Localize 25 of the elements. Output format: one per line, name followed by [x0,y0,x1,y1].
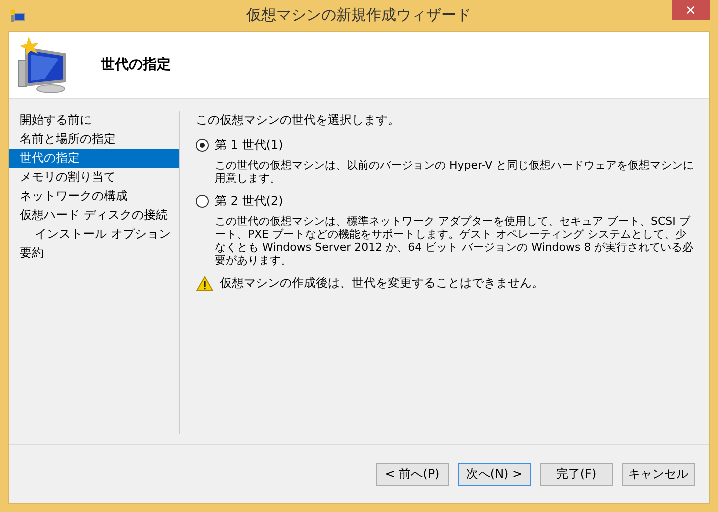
sidebar-item[interactable]: 開始する前に [9,111,179,130]
sidebar-item[interactable]: 名前と場所の指定 [9,130,179,149]
sidebar-item[interactable]: 仮想ハード ディスクの接続 [9,206,179,225]
wizard-button[interactable]: 次へ(N) > [458,462,531,486]
option-description: この世代の仮想マシンは、以前のバージョンの Hyper-V と同じ仮想ハードウェアを仮想マシンに用意します。 [215,159,695,185]
sidebar-item[interactable]: 要約 [9,244,179,263]
window-title: 仮想マシンの新規作成ウィザード [246,6,472,25]
sidebar-item[interactable]: 世代の指定 [9,149,179,168]
close-button[interactable]: ✕ [672,0,710,20]
page-heading: 世代の指定 [101,56,171,74]
radio-button[interactable] [196,195,209,208]
instruction-text: この仮想マシンの世代を選択します。 [196,112,401,129]
radio-label[interactable]: 第 2 世代(2) [215,193,284,210]
radio-button[interactable] [196,139,209,152]
wizard-button[interactable]: < 前へ(P) [376,462,449,486]
computer-icon [10,8,26,22]
wizard-button[interactable]: キャンセル [622,462,695,486]
option-description: この世代の仮想マシンは、標準ネットワーク アダプターを使用して、セキュア ブート、SCSI ブート、PXE ブートなどの機能をサポートします。ゲスト オペレーティング システムとして、少なくとも Windows Server 2012 か、64 ビット バージョンの Windows 8 が実行されている必要があります。 [215,215,695,267]
sidebar-item[interactable]: インストール オプション [9,225,179,244]
radio-label[interactable]: 第 1 世代(1) [215,137,284,154]
sidebar-item[interactable]: メモリの割り当て [9,168,179,187]
sidebar-item[interactable]: ネットワークの構成 [9,187,179,206]
wizard-button[interactable]: 完了(F) [540,462,613,486]
warning-icon [196,276,214,292]
warning-text: 仮想マシンの作成後は、世代を変更することはできません。 [220,275,544,292]
